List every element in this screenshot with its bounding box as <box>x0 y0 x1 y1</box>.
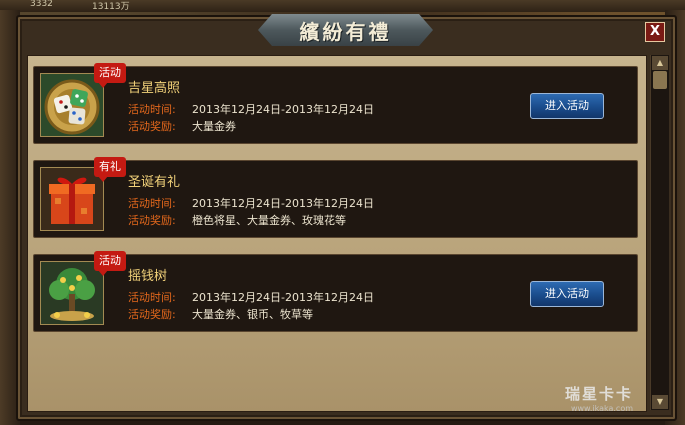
activity-time: 活动时间: 2013年12月24日-2013年12月24日 <box>128 195 374 211</box>
activity-time: 活动时间: 2013年12月24日-2013年12月24日 <box>128 289 374 305</box>
activity-time: 活动时间: 2013年12月24日-2013年12月24日 <box>128 101 374 117</box>
site-watermark: 瑞星卡卡 www.ikaka.com <box>565 383 633 413</box>
close-button[interactable]: X <box>645 22 665 42</box>
time-value: 2013年12月24日-2013年12月24日 <box>192 291 374 304</box>
enter-activity-button[interactable]: 进入活动 <box>530 93 604 119</box>
reward-label: 活动奖励: <box>128 214 176 227</box>
time-value: 2013年12月24日-2013年12月24日 <box>192 103 374 116</box>
watermark-title: 瑞星卡卡 <box>565 385 634 403</box>
reward-label: 活动奖励: <box>128 120 176 133</box>
activity-name: 吉星高照 <box>128 81 181 96</box>
activity-name: 摇钱树 <box>128 269 168 284</box>
activity-reward: 活动奖励: 大量金券 <box>128 118 236 134</box>
reward-value: 大量金券、银币、牧草等 <box>192 308 313 321</box>
reward-value: 大量金券 <box>192 120 236 133</box>
watermark-url: www.ikaka.com <box>570 404 634 413</box>
activity-name: 圣诞有礼 <box>128 175 181 190</box>
activity-reward: 活动奖励: 橙色将星、大量金券、玫瑰花等 <box>128 212 346 228</box>
activity-badge: 活动 <box>94 251 126 276</box>
dialog-title: 繽紛有禮 <box>299 19 392 44</box>
activity-row: 活动 吉星高照 活动时间: 2013年12月24日-2013年12月24日 活动奖… <box>33 63 638 144</box>
activity-row: 有礼 圣诞有礼 活动时间: 2013年12月24日-2013年12月24日 活动奖… <box>33 157 638 238</box>
reward-label: 活动奖励: <box>128 308 176 321</box>
activity-badge: 活动 <box>94 63 126 88</box>
stat-value: 13113万 <box>92 2 130 12</box>
list-scrollbar[interactable]: ▲ ▼ <box>650 55 669 410</box>
time-label: 活动时间: <box>128 291 176 304</box>
dialog-title-plate: 繽紛有禮 <box>258 14 433 46</box>
gift-box-icon <box>40 167 104 231</box>
scroll-thumb[interactable] <box>653 71 667 89</box>
reward-value: 橙色将星、大量金券、玫瑰花等 <box>192 214 346 227</box>
scroll-down-icon[interactable]: ▼ <box>652 395 668 409</box>
activity-reward: 活动奖励: 大量金券、银币、牧草等 <box>128 306 313 322</box>
time-value: 2013年12月24日-2013年12月24日 <box>192 197 374 210</box>
time-label: 活动时间: <box>128 197 176 210</box>
top-status-strip: 3332 13113万 <box>0 0 685 12</box>
activity-list: 活动 吉星高照 活动时间: 2013年12月24日-2013年12月24日 活动奖… <box>27 55 647 412</box>
dice-icon <box>40 73 104 137</box>
scroll-up-icon[interactable]: ▲ <box>652 56 668 70</box>
stat-value: 3332 <box>30 0 53 9</box>
time-label: 活动时间: <box>128 103 176 116</box>
money-tree-icon <box>40 261 104 325</box>
activity-badge: 有礼 <box>94 157 126 182</box>
activity-row: 活动 摇钱树 活动时间: 2013年12月24日-2013年12月24日 活动奖励… <box>33 251 638 332</box>
enter-activity-button[interactable]: 进入活动 <box>530 281 604 307</box>
